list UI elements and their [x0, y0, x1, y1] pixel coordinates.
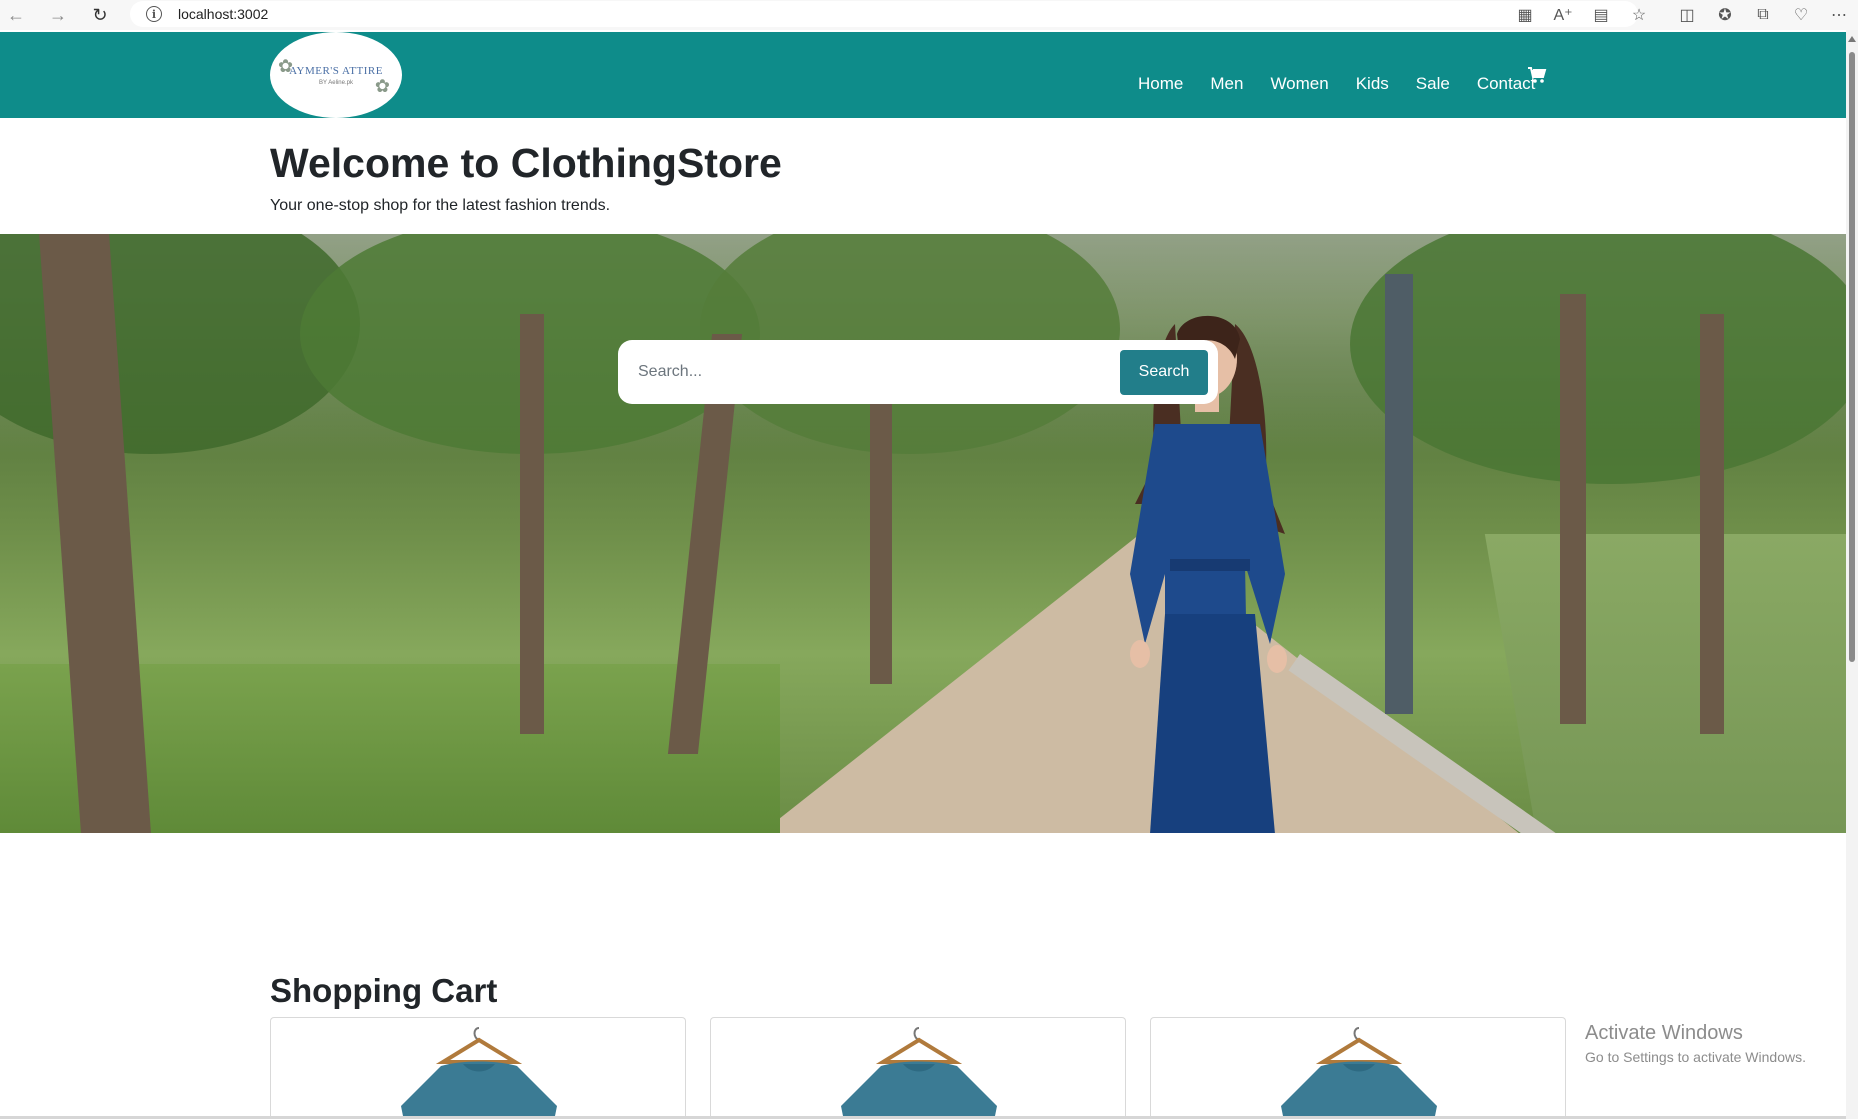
tree-trunk	[520, 314, 544, 734]
address-bar[interactable]: i localhost:3002	[130, 1, 1638, 27]
info-icon[interactable]: i	[146, 6, 162, 22]
cart-item-card[interactable]	[1150, 1017, 1566, 1119]
app-available-icon[interactable]: ▦	[1506, 0, 1544, 30]
url-text: localhost:3002	[178, 6, 269, 22]
page-scrollbar[interactable]	[1846, 30, 1858, 1119]
logo-text: AYMER'S ATTIRE	[289, 64, 383, 77]
watermark-subtitle: Go to Settings to activate Windows.	[1585, 1049, 1806, 1065]
cart-section-title: Shopping Cart	[270, 972, 498, 1009]
favorite-star-icon[interactable]: ☆	[1620, 0, 1658, 30]
brand-logo[interactable]: ✿ AYMER'S ATTIRE BY Aeline.pk ✿	[270, 32, 402, 118]
more-icon[interactable]: ⋯	[1820, 0, 1858, 30]
leaf-icon: ✿	[374, 76, 390, 96]
browser-essentials-icon[interactable]: ♡	[1782, 0, 1820, 30]
watermark-title: Activate Windows	[1585, 1022, 1743, 1044]
site-navbar: ✿ AYMER'S ATTIRE BY Aeline.pk ✿ Home Men…	[0, 32, 1846, 118]
nav-link-men[interactable]: Men	[1210, 74, 1243, 94]
refresh-icon[interactable]: ↻	[86, 1, 114, 29]
product-image	[841, 1027, 997, 1119]
nav-link-women[interactable]: Women	[1270, 74, 1328, 94]
back-icon[interactable]: ←	[2, 1, 30, 29]
logo-subtext: BY Aeline.pk	[319, 79, 353, 86]
product-image	[1281, 1027, 1437, 1119]
page-title: Welcome to ClothingStore	[270, 140, 782, 186]
search-bar: Search	[618, 340, 1218, 404]
tree-trunk	[1560, 294, 1586, 724]
scroll-up-icon[interactable]	[1848, 36, 1856, 42]
tree-trunk	[1700, 314, 1724, 734]
browser-toolbar: ← → ↻ i localhost:3002 ▦ A⁺ ▤ ☆ ◫ ✪ ⧉ ♡ …	[0, 0, 1858, 30]
page-subtitle: Your one-stop shop for the latest fashio…	[270, 197, 611, 214]
search-input[interactable]	[638, 363, 1120, 381]
lamp-post	[1385, 274, 1413, 714]
leaf-icon: ✿	[278, 56, 294, 76]
cart-item-card[interactable]	[710, 1017, 1126, 1119]
cart-item-card[interactable]	[270, 1017, 686, 1119]
shopping-cart-icon[interactable]	[1527, 66, 1547, 86]
nav-link-sale[interactable]: Sale	[1416, 74, 1450, 94]
scroll-thumb[interactable]	[1849, 52, 1855, 662]
forward-icon[interactable]: →	[44, 1, 72, 29]
nav-link-home[interactable]: Home	[1138, 74, 1183, 94]
nav-links: Home Men Women Kids Sale Contact	[1138, 74, 1562, 94]
immersive-reader-icon[interactable]: ▤	[1582, 0, 1620, 30]
favorites-icon[interactable]: ✪	[1706, 0, 1744, 30]
hero-banner: Search	[0, 234, 1846, 833]
collections-icon[interactable]: ⧉	[1744, 0, 1782, 30]
split-screen-icon[interactable]: ◫	[1668, 0, 1706, 30]
read-aloud-icon[interactable]: A⁺	[1544, 0, 1582, 30]
windows-activation-watermark: Activate Windows Go to Settings to activ…	[1585, 1022, 1806, 1065]
product-image	[401, 1027, 557, 1119]
search-button[interactable]: Search	[1120, 349, 1208, 395]
nav-link-kids[interactable]: Kids	[1356, 74, 1389, 94]
